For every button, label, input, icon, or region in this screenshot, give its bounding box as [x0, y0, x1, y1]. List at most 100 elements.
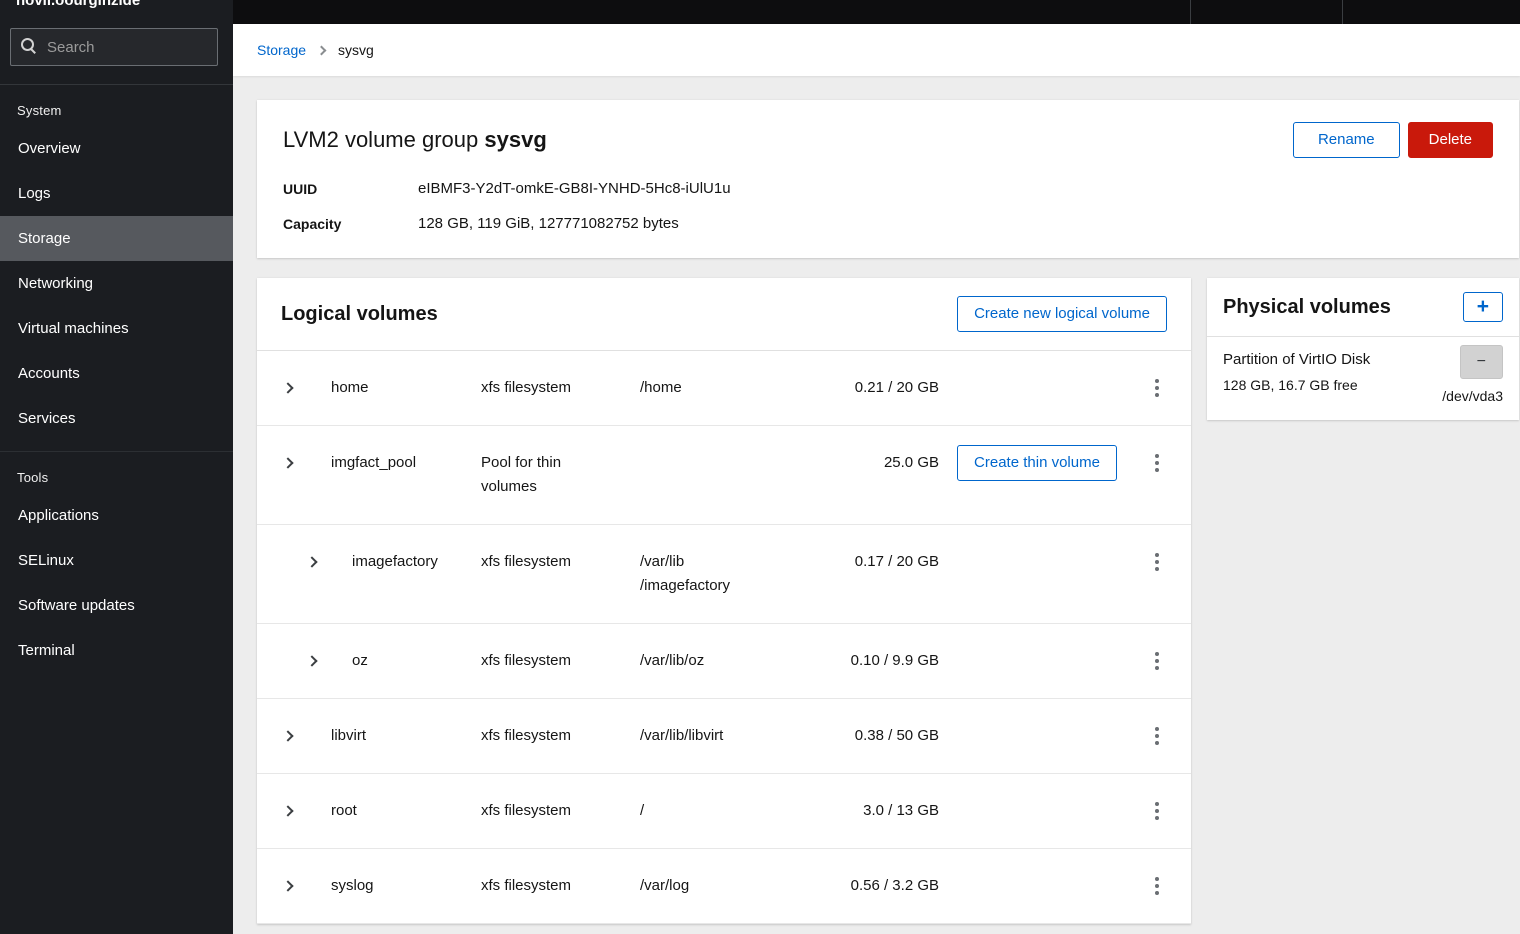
lv-name: imgfact_pool [331, 451, 481, 475]
lv-mount-point: ​/var​/log [640, 874, 770, 898]
uuid-label: UUID [283, 180, 418, 197]
table-row[interactable]: imagefactory xfs filesystem ​/var​/lib​/… [257, 525, 1191, 624]
nav-section-label: System [0, 85, 233, 126]
lv-usage: 0.17 / 20 GB [770, 550, 939, 574]
lv-type: xfs filesystem [481, 649, 640, 673]
breadcrumb-current: sysvg [338, 42, 374, 58]
breadcrumb-storage-link[interactable]: Storage [257, 42, 306, 58]
expand-chevron-icon[interactable] [306, 556, 317, 567]
chevron-right-icon [317, 45, 327, 55]
kebab-menu-icon[interactable] [1147, 451, 1167, 475]
table-row[interactable]: oz xfs filesystem ​/var​/lib​/oz 0.10 / … [257, 624, 1191, 699]
physical-volumes-card: Physical volumes + Partition of VirtIO D… [1207, 278, 1519, 420]
lv-name: home [331, 376, 481, 400]
nav-section: System Overview Logs Storage Networking … [0, 85, 233, 441]
physical-volume-detail: 128 GB, 16.7 GB free [1223, 377, 1370, 393]
main-content: LVM2 volume group sysvg Rename Delete UU… [233, 76, 1520, 934]
expand-chevron-icon[interactable] [306, 655, 317, 666]
lv-mount-point: ​/var​/lib​/libvirt [640, 724, 770, 748]
minus-icon: − [1477, 353, 1486, 370]
create-logical-volume-button[interactable]: Create new logical volume [957, 296, 1167, 332]
hostname: novii.oourginzide [0, 0, 233, 12]
sidebar-search [0, 12, 233, 85]
sidebar-item-applications[interactable]: Applications [0, 493, 233, 538]
physical-volumes-title: Physical volumes [1223, 296, 1391, 319]
logical-volumes-title: Logical volumes [281, 303, 438, 326]
search-icon [21, 38, 37, 54]
lv-mount-point: ​/var​/lib​/oz [640, 649, 770, 673]
sidebar-nav: System Overview Logs Storage Networking … [0, 85, 233, 673]
table-row[interactable]: root xfs filesystem ​/ 3.0 / 13 GB [257, 774, 1191, 849]
table-row[interactable]: libvirt xfs filesystem ​/var​/lib​/libvi… [257, 699, 1191, 774]
lv-usage: 3.0 / 13 GB [770, 799, 939, 823]
lv-usage: 0.21 / 20 GB [770, 376, 939, 400]
lv-type: Pool for thin volumes [481, 451, 640, 499]
sidebar-item-accounts[interactable]: Accounts [0, 351, 233, 396]
capacity-row: Capacity 128 GB, 119 GiB, 127771082752 b… [283, 215, 1493, 232]
volume-group-name: sysvg [484, 127, 546, 152]
physical-volume-device: /dev/vda3 [1442, 388, 1503, 404]
sidebar-item-networking[interactable]: Networking [0, 261, 233, 306]
expand-chevron-icon[interactable] [282, 457, 293, 468]
sidebar-item-virtual-machines[interactable]: Virtual machines [0, 306, 233, 351]
lv-mount-point: ​/ [640, 799, 770, 823]
uuid-row: UUID eIBMF3-Y2dT-omkE-GB8I-YNHD-5Hc8-iUl… [283, 180, 1493, 197]
kebab-menu-icon[interactable] [1147, 649, 1167, 673]
expand-chevron-icon[interactable] [282, 730, 293, 741]
lv-type: xfs filesystem [481, 550, 640, 574]
uuid-value: eIBMF3-Y2dT-omkE-GB8I-YNHD-5Hc8-iUlU1u [418, 180, 731, 197]
lv-usage: 25.0 GB [770, 451, 939, 475]
rename-button[interactable]: Rename [1293, 122, 1400, 158]
topbar-divider [1342, 0, 1343, 24]
kebab-menu-icon[interactable] [1147, 799, 1167, 823]
lv-type: xfs filesystem [481, 799, 640, 823]
lv-type: xfs filesystem [481, 376, 640, 400]
sidebar-item-software-updates[interactable]: Software updates [0, 583, 233, 628]
sidebar-item-services[interactable]: Services [0, 396, 233, 441]
lv-usage: 0.10 / 9.9 GB [770, 649, 939, 673]
delete-button[interactable]: Delete [1408, 122, 1493, 158]
lv-name: syslog [331, 874, 481, 898]
sidebar-item-terminal[interactable]: Terminal [0, 628, 233, 673]
expand-chevron-icon[interactable] [282, 382, 293, 393]
remove-physical-volume-button[interactable]: − [1460, 345, 1503, 379]
logical-volumes-card: Logical volumes Create new logical volum… [257, 278, 1191, 924]
nav-section-label: Tools [0, 452, 233, 493]
capacity-label: Capacity [283, 215, 418, 232]
lv-usage: 0.38 / 50 GB [770, 724, 939, 748]
lv-name: libvirt [331, 724, 481, 748]
kebab-menu-icon[interactable] [1147, 550, 1167, 574]
sidebar-item-selinux[interactable]: SELinux [0, 538, 233, 583]
expand-chevron-icon[interactable] [282, 880, 293, 891]
nav-section: Tools Applications SELinux Software upda… [0, 451, 233, 673]
lv-type: xfs filesystem [481, 724, 640, 748]
breadcrumb: Storage sysvg [233, 24, 1520, 76]
kebab-menu-icon[interactable] [1147, 874, 1167, 898]
table-row[interactable]: imgfact_pool Pool for thin volumes 25.0 … [257, 426, 1191, 525]
topbar-divider [1190, 0, 1191, 24]
lv-name: oz [331, 649, 481, 673]
kebab-menu-icon[interactable] [1147, 376, 1167, 400]
page-title: LVM2 volume group sysvg [283, 127, 547, 153]
plus-icon: + [1477, 295, 1489, 318]
add-physical-volume-button[interactable]: + [1463, 292, 1503, 322]
expand-chevron-icon[interactable] [282, 805, 293, 816]
create-thin-volume-button[interactable]: Create thin volume [957, 445, 1117, 481]
table-row[interactable]: syslog xfs filesystem ​/var​/log 0.56 / … [257, 849, 1191, 924]
search-input[interactable] [10, 28, 218, 66]
logical-volumes-table: home xfs filesystem ​/home 0.21 / 20 GB … [257, 351, 1191, 924]
volume-group-card: LVM2 volume group sysvg Rename Delete UU… [257, 100, 1519, 258]
physical-volume-name: Partition of VirtIO Disk [1223, 351, 1370, 368]
lv-mount-point: ​/home [640, 376, 770, 400]
lv-usage: 0.56 / 3.2 GB [770, 874, 939, 898]
kebab-menu-icon[interactable] [1147, 724, 1167, 748]
sidebar-item-logs[interactable]: Logs [0, 171, 233, 216]
top-bar [233, 0, 1520, 24]
physical-volume-row: Partition of VirtIO Disk 128 GB, 16.7 GB… [1207, 337, 1519, 420]
sidebar-item-storage[interactable]: Storage [0, 216, 233, 261]
sidebar: novii.oourginzide System Overview Logs S… [0, 0, 233, 934]
lv-name: root [331, 799, 481, 823]
table-row[interactable]: home xfs filesystem ​/home 0.21 / 20 GB [257, 351, 1191, 426]
sidebar-item-overview[interactable]: Overview [0, 126, 233, 171]
lv-name: imagefactory [331, 550, 481, 574]
